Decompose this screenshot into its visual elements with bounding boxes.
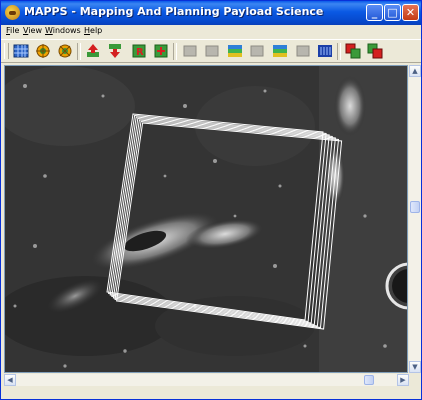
menu-file-label: ile — [10, 26, 20, 35]
vertical-scrollbar[interactable]: ▲ ▼ — [409, 65, 421, 373]
mapps-app-icon — [5, 5, 20, 20]
disabled-tool-2-icon — [204, 43, 220, 59]
color-layer-1-icon[interactable] — [227, 43, 243, 59]
menu-help-label: elp — [90, 26, 103, 35]
orbit-target-icon[interactable] — [57, 43, 73, 59]
menu-bar: File View Windows Help — [1, 25, 421, 39]
disabled-tool-4-icon — [295, 43, 311, 59]
horizontal-scrollbar[interactable]: ◀ ▶ — [4, 374, 409, 386]
menu-windows-mnemonic: W — [45, 26, 53, 35]
window-title: MAPPS - Mapping And Planning Payload Sci… — [24, 5, 324, 18]
toolbar-separator — [173, 43, 177, 60]
vertical-scroll-thumb[interactable] — [410, 201, 420, 213]
svg-text:R: R — [136, 47, 144, 58]
toolbar-separator — [77, 43, 81, 60]
menu-view[interactable]: View — [23, 26, 42, 35]
status-bar — [1, 387, 421, 399]
app-window: MAPPS - Mapping And Planning Payload Sci… — [0, 0, 422, 400]
r-marker-icon[interactable]: R — [131, 43, 147, 59]
menu-file[interactable]: File — [6, 26, 19, 35]
toolbar-separator — [337, 43, 341, 60]
scroll-right-button[interactable]: ▶ — [397, 374, 409, 386]
toolbar-grip[interactable] — [4, 43, 9, 59]
lunar-surface-image — [5, 66, 407, 372]
toolbar: R — [1, 39, 421, 63]
arrow-up-icon[interactable] — [85, 43, 101, 59]
horizontal-scroll-thumb[interactable] — [364, 375, 374, 385]
disabled-tool-1-icon — [182, 43, 198, 59]
grid-map-icon[interactable] — [13, 43, 29, 59]
scroll-left-button[interactable]: ◀ — [4, 374, 16, 386]
scroll-down-button[interactable]: ▼ — [409, 361, 421, 373]
color-layer-2-icon[interactable] — [272, 43, 288, 59]
menu-help[interactable]: Help — [84, 26, 102, 35]
minimize-button[interactable]: _ — [366, 4, 383, 21]
maximize-button[interactable]: □ — [384, 4, 401, 21]
arrow-down-icon[interactable] — [107, 43, 123, 59]
disabled-tool-3-icon — [249, 43, 265, 59]
add-marker-icon[interactable] — [153, 43, 169, 59]
stack-layers-red-icon[interactable] — [345, 43, 361, 59]
scroll-up-button[interactable]: ▲ — [409, 65, 421, 77]
title-bar[interactable]: MAPPS - Mapping And Planning Payload Sci… — [1, 1, 421, 25]
menu-view-label: iew — [28, 26, 42, 35]
close-button[interactable]: ✕ — [402, 4, 419, 21]
stack-layers-green-icon[interactable] — [367, 43, 383, 59]
menu-windows[interactable]: Windows — [45, 26, 81, 35]
sun-target-icon[interactable] — [35, 43, 51, 59]
bar-chart-icon[interactable] — [317, 43, 333, 59]
menu-windows-label: indows — [52, 26, 81, 35]
map-viewport[interactable] — [4, 65, 408, 373]
